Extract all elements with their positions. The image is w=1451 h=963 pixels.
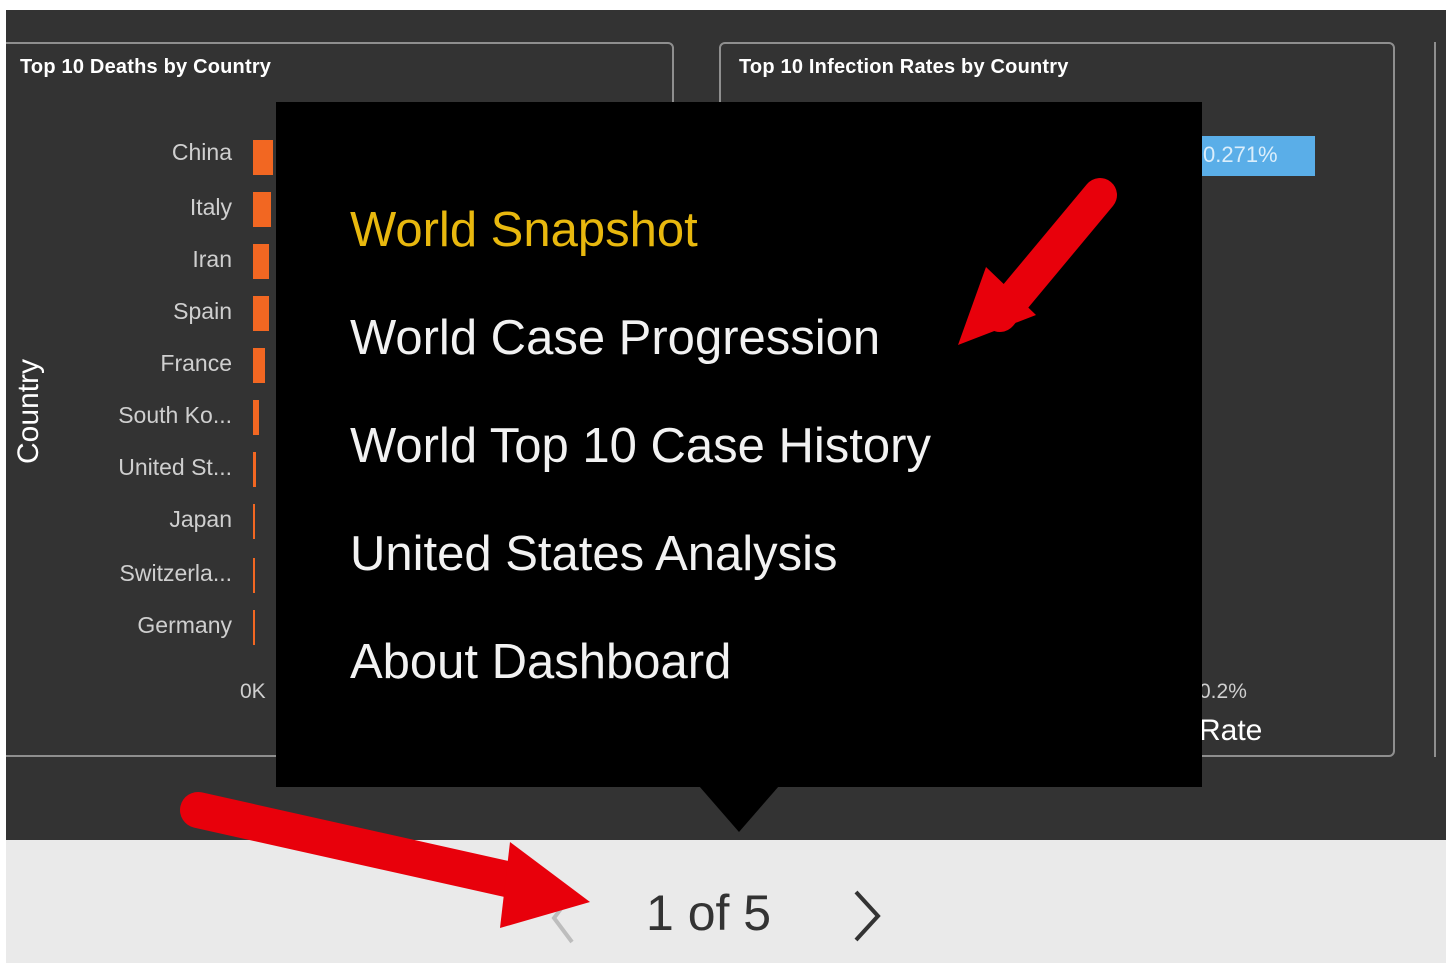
chevron-left-icon (551, 892, 574, 944)
data-bar[interactable] (253, 452, 256, 487)
category-label: Germany (137, 612, 232, 638)
chevron-right-icon (854, 890, 881, 942)
data-bar[interactable] (253, 192, 271, 227)
category-label: United St... (118, 454, 232, 480)
next-page-button[interactable] (848, 886, 888, 946)
next-visual-edge (1434, 42, 1446, 757)
category-label: Iran (192, 246, 232, 272)
data-bar[interactable] (253, 348, 265, 383)
data-label: 0.271% (1203, 142, 1278, 167)
category-label: Spain (173, 298, 232, 324)
menu-item-world-snapshot[interactable]: World Snapshot (350, 202, 698, 258)
x-axis-tick: 0K (240, 680, 266, 703)
report-canvas: Top 10 Deaths by Country Country China I… (6, 10, 1446, 840)
page-indicator[interactable]: 1 of 5 (646, 884, 771, 942)
x-axis-title: Rate (1199, 714, 1263, 747)
menu-caret (699, 786, 779, 832)
visual-title: Top 10 Infection Rates by Country (739, 56, 1069, 78)
visual-title: Top 10 Deaths by Country (20, 56, 272, 78)
category-label: Switzerla... (119, 560, 232, 586)
menu-item-about-dashboard[interactable]: About Dashboard (350, 634, 731, 690)
x-axis-tick: 0.2% (1199, 680, 1247, 703)
category-label: China (171, 139, 232, 165)
menu-item-world-top-10-case-history[interactable]: World Top 10 Case History (350, 418, 931, 474)
data-bar[interactable] (253, 400, 259, 435)
page-navigation-bar: 1 of 5 (6, 840, 1446, 963)
data-bar[interactable] (253, 140, 273, 175)
data-bar[interactable] (253, 504, 255, 539)
data-bar[interactable] (253, 244, 269, 279)
category-label: France (160, 350, 232, 376)
menu-item-world-case-progression[interactable]: World Case Progression (350, 310, 880, 366)
page-navigation-menu: World Snapshot World Case Progression Wo… (276, 102, 1202, 787)
menu-item-united-states-analysis[interactable]: United States Analysis (350, 526, 838, 582)
category-label: Italy (189, 194, 232, 220)
data-bar[interactable] (253, 296, 269, 331)
data-bar[interactable] (253, 610, 255, 645)
category-label: Japan (169, 506, 232, 532)
data-bar[interactable] (253, 558, 255, 593)
previous-page-button[interactable] (546, 888, 580, 948)
category-label: South Ko... (118, 402, 232, 428)
